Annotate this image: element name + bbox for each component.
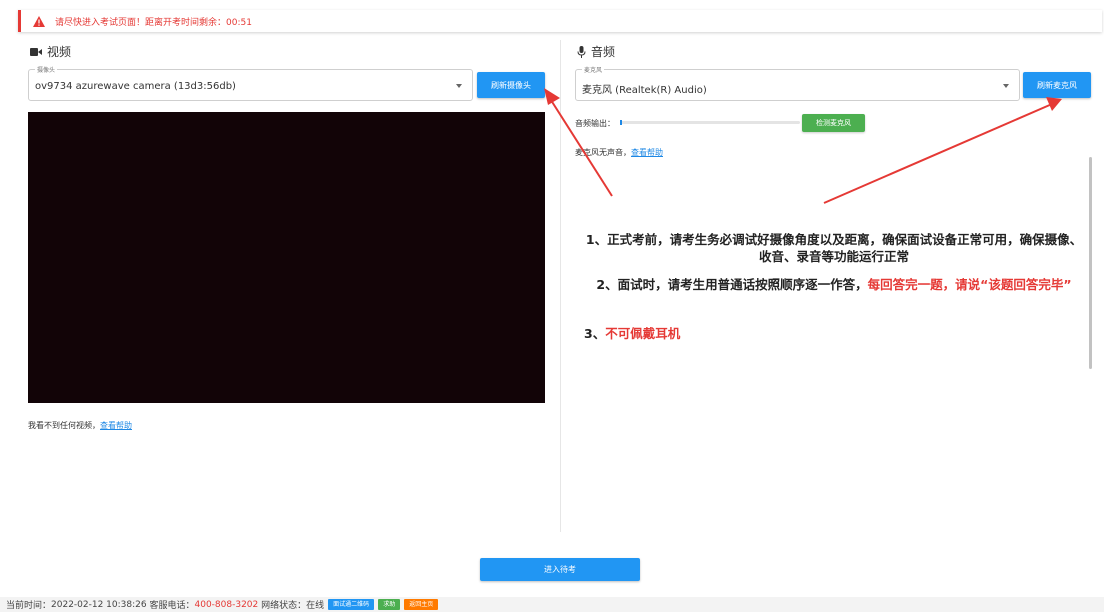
enter-exam-button[interactable]: 进入待考 <box>480 558 640 581</box>
service-label: 客服电话： <box>149 601 195 611</box>
arrow-head-camera <box>544 88 560 105</box>
current-time: 2022-02-12 10:38:26 <box>51 599 147 610</box>
network-status: 在线 <box>306 601 325 611</box>
annotation-arrows <box>544 88 1062 204</box>
home-button[interactable]: 返回主页 <box>404 599 439 610</box>
help-button[interactable]: 求助 <box>378 599 401 610</box>
time-label: 当前时间： <box>6 601 52 611</box>
qr-code-button[interactable]: 面试通二维码 <box>328 599 375 610</box>
status-bar: 当前时间： 2022-02-12 10:38:26 客服电话： 400-808-… <box>0 597 1104 612</box>
arrow-to-refresh-microphone <box>823 103 1053 204</box>
service-phone: 400-808-3202 <box>194 599 259 610</box>
arrow-head-microphone <box>1046 97 1062 111</box>
arrow-to-refresh-camera <box>548 96 613 197</box>
network-label: 网络状态： <box>261 601 307 611</box>
